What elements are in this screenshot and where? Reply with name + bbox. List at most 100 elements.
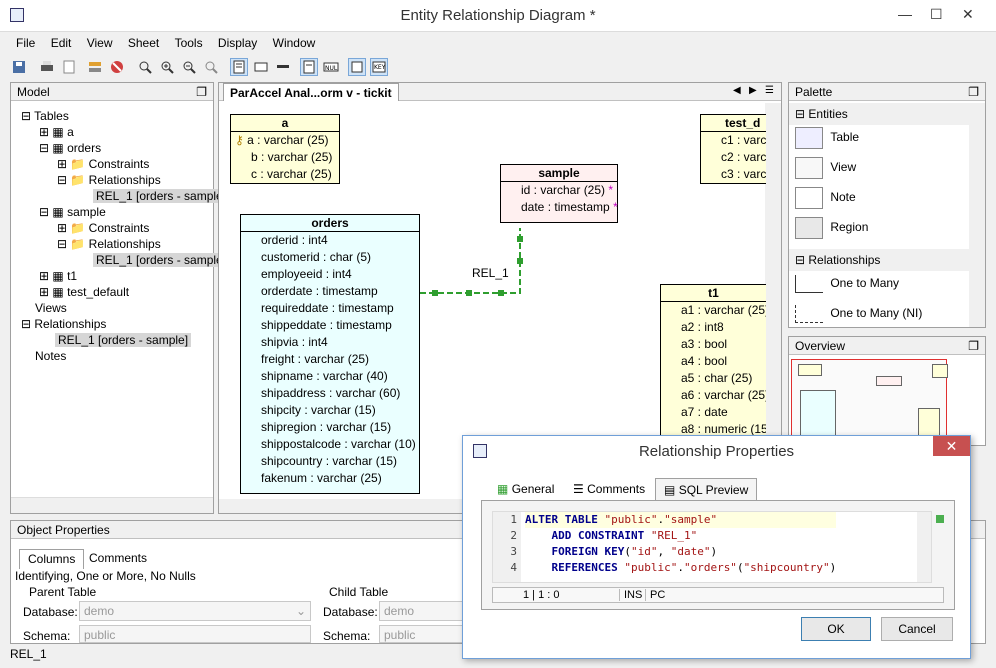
entity-test-default[interactable]: test_d c1 : varc c2 : varc c3 : varc <box>700 114 766 184</box>
entity-t1-col: a2 : int8 <box>681 320 724 334</box>
line-number: 1 <box>510 513 517 526</box>
tab-comments-dialog[interactable]: ☰ Comments <box>565 478 653 500</box>
note-icon <box>795 187 823 209</box>
overview-title: Overview <box>795 339 846 353</box>
entity-a[interactable]: a ⚷ a : varchar (25) b : varchar (25) c … <box>230 114 340 184</box>
sql-line: REFERENCES "public"."orders"("shipcountr… <box>525 560 836 576</box>
palette-region[interactable]: Region <box>795 217 868 239</box>
cancel-button[interactable]: Cancel <box>881 617 953 641</box>
entity-test-default-col: c1 : varc <box>721 133 766 147</box>
comments-icon: ☰ <box>573 482 584 496</box>
entity-sample[interactable]: sample id : varchar (25) * date : timest… <box>500 164 618 223</box>
line-number-gutter: 1 2 3 4 <box>493 512 521 582</box>
entity-t1-col: a5 : char (25) <box>681 371 753 385</box>
entity-orders-col: shippostalcode : varchar (10) <box>261 437 416 451</box>
sql-token: "REL_1" <box>650 529 698 542</box>
sql-code: ALTER TABLE "public"."sample" ADD CONSTR… <box>525 512 837 576</box>
relationship-description: Identifying, One or More, No Nulls <box>15 569 196 583</box>
sql-line: FOREIGN KEY("id", "date") <box>525 544 836 560</box>
sql-token: ALTER TABLE <box>525 513 605 526</box>
restore-icon[interactable]: ❐ <box>968 85 979 99</box>
sql-token: ( <box>624 545 631 558</box>
child-table-label: Child Table <box>329 585 389 599</box>
palette-view[interactable]: View <box>795 157 856 179</box>
entity-orders-col: shipname : varchar (40) <box>261 369 388 383</box>
sql-token: "orders" <box>683 561 737 574</box>
entity-orders-col: shippeddate : timestamp <box>261 318 392 332</box>
overview-viewport[interactable] <box>791 359 948 446</box>
palette-entities-header[interactable]: ⊟ Entities <box>789 103 969 125</box>
entity-t1-col: a7 : date <box>681 405 728 419</box>
entity-orders-col: orderid : int4 <box>261 233 328 247</box>
sql-token: FOREIGN KEY <box>525 545 625 558</box>
sql-line: ALTER TABLE "public"."sample" <box>525 512 837 528</box>
entity-sample-title: sample <box>501 165 617 182</box>
one-to-many-icon <box>795 275 823 293</box>
editor-status-bar: 1 | 1 : 0 INS PC <box>492 587 944 603</box>
palette-one-to-many-ni[interactable]: One to Many (NI) <box>795 305 922 323</box>
rel1-label: REL_1 <box>472 266 509 280</box>
entity-t1-title: t1 <box>661 285 766 302</box>
parent-table-label: Parent Table <box>29 585 97 599</box>
line-number: 3 <box>510 545 517 558</box>
entity-sample-col: date : timestamp <box>521 200 610 214</box>
sql-token: . <box>677 561 684 574</box>
view-icon <box>795 157 823 179</box>
entity-sample-marker: * <box>608 183 614 197</box>
entity-orders[interactable]: orders orderid : int4 customerid : char … <box>240 214 420 494</box>
entity-t1-col: a6 : varchar (25) <box>681 388 766 402</box>
palette-relationships-header[interactable]: ⊟ Relationships <box>789 249 969 271</box>
palette-scrollbar[interactable] <box>969 103 985 327</box>
ok-button[interactable]: OK <box>801 617 871 641</box>
table-icon <box>795 127 823 149</box>
child-database-select[interactable]: demo <box>379 601 465 621</box>
palette-title: Palette <box>795 85 833 99</box>
parent-schema-select[interactable]: public <box>79 625 311 643</box>
entity-test-default-title: test_d <box>701 115 766 132</box>
entity-sample-col: id : varchar (25) <box>521 183 606 197</box>
sql-token: , <box>657 545 671 558</box>
sql-token: REFERENCES <box>525 561 625 574</box>
object-properties-title: Object Properties <box>17 523 110 537</box>
child-database-label: Database: <box>323 605 378 619</box>
sql-token: "sample" <box>664 513 718 526</box>
one-to-many-ni-icon <box>795 305 823 323</box>
insert-mode: INS <box>619 589 642 601</box>
tab-sql-preview[interactable]: ▤ SQL Preview <box>655 478 758 500</box>
palette-table[interactable]: Table <box>795 127 859 149</box>
entity-orders-col: fakenum : varchar (25) <box>261 471 382 485</box>
sql-token: "shipcountry" <box>743 561 830 574</box>
dialog-title-bar: Relationship Properties ✕ <box>463 436 970 468</box>
dialog-title: Relationship Properties <box>638 443 795 460</box>
child-schema-select[interactable]: public <box>379 625 465 643</box>
entity-t1[interactable]: t1 a1 : varchar (25) a2 : int8 a3 : bool… <box>660 284 766 436</box>
dialog-close-button[interactable]: ✕ <box>933 436 970 456</box>
entity-orders-col: employeeid : int4 <box>261 267 352 281</box>
palette-one-to-many[interactable]: One to Many <box>795 275 899 293</box>
tab-columns[interactable]: Columns <box>19 549 85 569</box>
overview-header: Overview ❐ <box>789 337 985 355</box>
entity-orders-col: freight : varchar (25) <box>261 352 370 366</box>
sql-token: "date" <box>670 545 711 558</box>
ok-marker-icon <box>936 515 944 523</box>
restore-icon[interactable]: ❐ <box>968 339 979 353</box>
sql-preview-pane: 1 2 3 4 ALTER TABLE "public"."sample" AD… <box>481 500 955 610</box>
tab-comments[interactable]: Comments <box>81 549 155 569</box>
sql-token: "id" <box>630 545 658 558</box>
entity-t1-col: a4 : bool <box>681 354 728 368</box>
sql-editor-scrollbar[interactable] <box>917 512 931 582</box>
parent-database-select[interactable]: demo ⌄ <box>79 601 311 621</box>
tab-general[interactable]: ▦ General <box>489 478 562 500</box>
sql-editor[interactable]: 1 2 3 4 ALTER TABLE "public"."sample" AD… <box>492 511 932 583</box>
entity-a-col: b : varchar (25) <box>251 150 333 164</box>
sql-token: ) <box>710 545 718 558</box>
line-number: 2 <box>510 529 517 542</box>
entity-orders-col: shipaddress : varchar (60) <box>261 386 401 400</box>
sql-token: "public" <box>624 561 678 574</box>
relationship-properties-dialog: Relationship Properties ✕ ▦ General ☰ Co… <box>462 435 971 659</box>
entity-orders-col: customerid : char (5) <box>261 250 372 264</box>
sql-token: "public" <box>604 513 658 526</box>
entity-orders-col: shipregion : varchar (15) <box>261 420 392 434</box>
key-icon: ⚷ <box>235 133 244 147</box>
palette-note[interactable]: Note <box>795 187 856 209</box>
